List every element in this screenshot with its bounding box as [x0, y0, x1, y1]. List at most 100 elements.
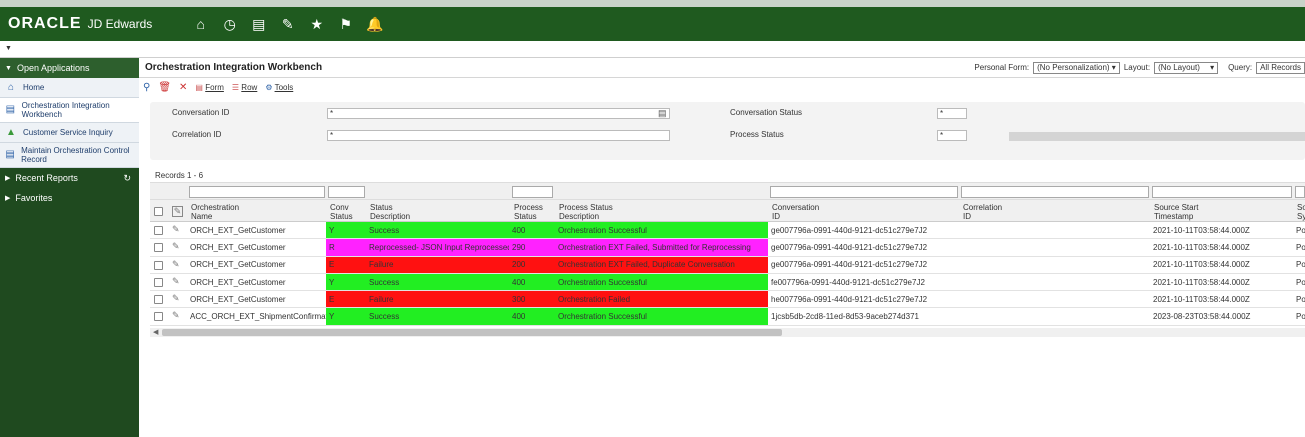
layout-label: Layout:	[1123, 63, 1151, 72]
cell-so: Pos	[1296, 260, 1305, 270]
table-row[interactable]: ✎ ORCH_EXT_GetCustomer R Reprocessed- JSON …	[150, 239, 1305, 257]
cell-orchestration-name: ORCH_EXT_GetCustomer	[190, 294, 286, 304]
table-row[interactable]: ✎ ACC_ORCH_EXT_ShipmentConfirmat... Y Succe…	[150, 308, 1305, 326]
row-checkbox[interactable]	[154, 277, 163, 287]
col-status-description[interactable]: Status Description	[370, 203, 410, 221]
row-checkbox[interactable]	[154, 260, 163, 270]
col-process-status[interactable]: Process Status	[514, 203, 543, 221]
qbe-source-start[interactable]	[1152, 186, 1292, 198]
favorites-header[interactable]: ▶ Favorites	[0, 188, 139, 208]
qbe-conversation-id[interactable]	[770, 186, 958, 198]
layout-select[interactable]: (No Layout) ▾	[1154, 61, 1219, 74]
table-row[interactable]: ✎ ORCH_EXT_GetCustomer Y Success 400 Orchestr…	[150, 222, 1305, 240]
cell-process-status-description: Orchestration Successful	[555, 273, 768, 291]
grid-header: ✎ Orchestration Name Conv Status Status …	[150, 199, 1305, 222]
home-icon: ⌂	[7, 81, 15, 93]
sidebar-item-orchestration-control[interactable]: ▤ Maintain Orchestration Control Record	[0, 143, 139, 168]
home-icon[interactable]: ⌂	[192, 16, 209, 33]
cell-source-start-timestamp: 2021-10-11T03:58:44.000Z	[1153, 242, 1250, 252]
personal-form-select[interactable]: (No Personalization) ▾	[1033, 61, 1120, 74]
flag-icon[interactable]: ⚑	[337, 16, 354, 33]
sidebar-item-label: Orchestration Integration Workbench	[21, 101, 110, 119]
edit-icon[interactable]: ✎	[172, 206, 183, 217]
row-edit-icon[interactable]: ✎	[172, 310, 180, 321]
row-checkbox[interactable]	[154, 295, 163, 305]
star-icon[interactable]: ★	[308, 16, 325, 33]
cell-correlation-id	[959, 308, 1150, 324]
col-orchestration-name[interactable]: Orchestration Name	[191, 203, 239, 221]
delete-icon[interactable]: 🗑	[158, 82, 171, 93]
results-grid: ✎ Orchestration Name Conv Status Status …	[150, 182, 1305, 326]
row-edit-icon[interactable]: ✎	[172, 241, 180, 252]
form-icon: ▤	[195, 82, 203, 92]
cell-correlation-id	[959, 291, 1150, 307]
toolbar: ⚲ 🗑 ✕ ▤ Form ☰ Row ⚙ Tools	[139, 78, 1305, 96]
close-icon[interactable]: ✕	[179, 82, 187, 93]
cell-process-status: 300	[509, 291, 555, 308]
search-icon[interactable]: ⚲	[143, 82, 150, 93]
brand-logo[interactable]: ORACLE JD Edwards	[8, 15, 152, 33]
cell-conv-status: Y	[326, 222, 366, 239]
cell-correlation-id	[959, 239, 1150, 255]
row-checkbox[interactable]	[154, 243, 163, 253]
caret-down-icon[interactable]: ▼	[5, 45, 12, 52]
col-source-start-timestamp[interactable]: Source Start Timestamp	[1154, 203, 1198, 221]
cell-orchestration-name: ORCH_EXT_GetCustomer	[190, 260, 286, 270]
scroll-left-icon[interactable]: ◀	[153, 328, 158, 336]
recent-reports-header[interactable]: ▶ Recent Reports ↻	[0, 168, 139, 188]
correlation-id-field[interactable]: *	[327, 130, 670, 141]
horizontal-scrollbar[interactable]: ◀	[150, 328, 1305, 337]
process-status-description	[1009, 132, 1305, 141]
edit-icon[interactable]: ✎	[279, 16, 296, 33]
col-conv-status[interactable]: Conv Status	[330, 203, 353, 221]
sidebar-item-home[interactable]: ⌂ Home	[0, 78, 139, 98]
process-status-field[interactable]: *	[937, 130, 967, 141]
scrollbar-thumb[interactable]	[162, 329, 782, 336]
cell-status-description: Success	[366, 273, 509, 291]
col-correlation-id[interactable]: Correlation ID	[963, 203, 1002, 221]
row-edit-icon[interactable]: ✎	[172, 293, 180, 304]
open-applications-header[interactable]: ▼ Open Applications	[0, 58, 139, 78]
qbe-correlation-id[interactable]	[961, 186, 1149, 198]
qbe-orchestration[interactable]	[189, 186, 325, 198]
select-all-checkbox[interactable]	[154, 207, 163, 216]
cell-status-description: Success	[366, 308, 509, 325]
recent-icon[interactable]: ◷	[221, 16, 238, 33]
cell-source-start-timestamp: 2021-10-11T03:58:44.000Z	[1153, 294, 1250, 304]
conversation-id-field[interactable]: *	[327, 108, 670, 119]
sidebar-item-orchestration-workbench[interactable]: ▤ Orchestration Integration Workbench	[0, 98, 139, 123]
product-name: JD Edwards	[87, 17, 153, 31]
qbe-conv-status[interactable]	[328, 186, 365, 198]
conversation-status-field[interactable]: *	[937, 108, 967, 119]
cell-conversation-id: fe007796a-0991-440d-9121-dc51c279e7J2	[771, 277, 925, 287]
personal-form-label: Personal Form:	[974, 63, 1030, 72]
cell-status-description: Failure	[366, 256, 509, 273]
cell-so: Pos	[1296, 225, 1305, 235]
col-process-status-description[interactable]: Process Status Description	[559, 203, 613, 221]
sidebar-item-customer-service[interactable]: ▲ Customer Service Inquiry	[0, 123, 139, 143]
row-checkbox[interactable]	[154, 226, 163, 235]
cell-so: Pos	[1296, 242, 1305, 252]
row-edit-icon[interactable]: ✎	[172, 224, 180, 235]
refresh-icon[interactable]: ↻	[123, 173, 131, 184]
visual-assist-icon[interactable]: ▤	[658, 108, 667, 119]
query-select[interactable]: All Records	[1256, 61, 1305, 74]
filter-panel: Conversation ID * ▤ Conversation Status …	[150, 102, 1305, 160]
bell-icon[interactable]: 🔔	[366, 16, 383, 33]
row-checkbox[interactable]	[154, 312, 163, 322]
row-edit-icon[interactable]: ✎	[172, 276, 180, 287]
table-row[interactable]: ✎ ORCH_EXT_GetCustomer E Failure 200 Orchestr…	[150, 256, 1305, 274]
col-conversation-id[interactable]: Conversation ID	[772, 203, 819, 221]
qbe-so[interactable]	[1295, 186, 1305, 198]
row-edit-icon[interactable]: ✎	[172, 259, 180, 270]
row-menu[interactable]: ☰ Row	[232, 83, 257, 92]
table-row[interactable]: ✎ ORCH_EXT_GetCustomer Y Success 400 Orchestr…	[150, 273, 1305, 292]
cell-status-description: Success	[366, 222, 509, 239]
cell-process-status-description: Orchestration EXT Failed, Submitted for …	[555, 239, 768, 256]
qbe-process-status[interactable]	[512, 186, 553, 198]
form-menu[interactable]: ▤ Form	[195, 83, 223, 92]
tools-menu[interactable]: ⚙ Tools	[265, 83, 293, 92]
dashboard-icon[interactable]: ▤	[250, 16, 267, 33]
col-so[interactable]: So Sy	[1297, 203, 1305, 221]
table-row[interactable]: ✎ ORCH_EXT_GetCustomer E Failure 300 Orchestr…	[150, 291, 1305, 309]
